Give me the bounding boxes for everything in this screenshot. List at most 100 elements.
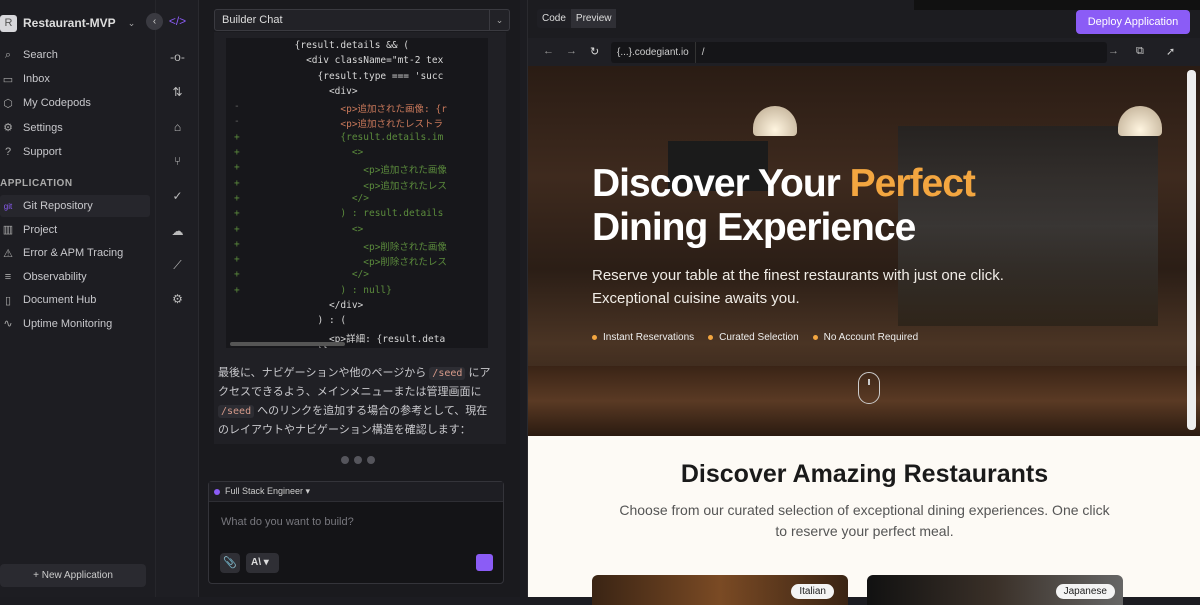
message-text: 最後に、ナビゲーションや他のページから /seed にアクセスできるよう、メイン…: [218, 364, 498, 440]
sidebar-item-label: Search: [23, 49, 58, 61]
tab-preview[interactable]: Preview: [570, 9, 617, 28]
sidebar-item-label: Git Repository: [23, 200, 93, 212]
subtitle-line: Reserve your table at the finest restaur…: [592, 267, 1004, 284]
url-input[interactable]: {...}.codegiant.io /: [611, 42, 1107, 63]
observability-icon: ≡: [4, 270, 12, 283]
code-line: + ) : null}: [226, 285, 488, 300]
settings-icon[interactable]: ⚙: [156, 292, 199, 306]
reload-icon[interactable]: ↻: [590, 45, 599, 58]
deploy-application-button[interactable]: Deploy Application: [1076, 10, 1190, 34]
code-line: + <>: [226, 147, 488, 162]
sidebar-item-my-codepods[interactable]: ⬡ My Codepods: [0, 92, 150, 114]
agent-selector[interactable]: Full Stack Engineer ▾: [209, 482, 503, 502]
sidebar-item-label: Support: [23, 145, 62, 158]
view-tabs: Code Preview: [537, 9, 617, 28]
device-toggle-icon[interactable]: ⧉: [1136, 45, 1144, 58]
chevron-down-icon: ⌄: [127, 17, 136, 28]
code-line: + <p>削除された画像: [226, 239, 488, 254]
tab-code[interactable]: Code: [537, 9, 571, 28]
code-line: <div className="mt-2 tex: [226, 55, 488, 70]
inbox-icon: ▭: [2, 73, 14, 86]
sidebar-item-search[interactable]: ⌕ Search: [0, 44, 150, 66]
code-text: </div>: [226, 300, 364, 312]
sidebar-item-support[interactable]: ? Support: [0, 141, 150, 163]
cloud-icon[interactable]: ☁: [156, 224, 199, 238]
commit-icon[interactable]: -o-: [156, 50, 199, 64]
text: 最後に、ナビゲーションや他のページから: [218, 367, 430, 379]
sidebar-item-observability[interactable]: ≡ Observability: [0, 266, 150, 288]
sidebar-item-inbox[interactable]: ▭ Inbox: [0, 68, 150, 90]
uptime-monitoring-icon: ∿: [3, 318, 13, 330]
project-avatar: R: [0, 14, 17, 32]
hero-title: Discover Your Perfect Dining Experience: [592, 162, 976, 250]
restaurant-card[interactable]: Japanese: [867, 575, 1123, 605]
code-text: <div>: [226, 85, 358, 97]
url-path: /: [701, 47, 705, 58]
model-selector[interactable]: A\ ▾: [246, 553, 279, 573]
pull-request-icon[interactable]: ⇅: [156, 85, 199, 99]
new-application-button[interactable]: + New Application: [0, 564, 146, 587]
chevron-down-icon: ⌄: [489, 10, 509, 30]
chat-selector[interactable]: Builder Chat ⌄: [214, 9, 510, 31]
collapse-sidebar-button[interactable]: ‹: [146, 13, 163, 30]
code-text: {result.details.im: [226, 131, 444, 143]
sidebar-item-document-hub[interactable]: ▯ Document Hub: [0, 289, 150, 311]
sidebar-item-settings[interactable]: ⚙ Settings: [0, 117, 150, 139]
project-icon: ▥: [2, 224, 14, 236]
chart-icon[interactable]: ⟋: [156, 258, 199, 273]
horizontal-scrollbar[interactable]: [230, 342, 345, 346]
code-line: ) : (: [226, 315, 488, 330]
tag-icon[interactable]: ⌂: [156, 120, 199, 134]
section-title: Discover Amazing Restaurants: [680, 460, 1049, 488]
project-switcher[interactable]: R Restaurant-MVP ⌄: [0, 12, 150, 34]
restaurant-card[interactable]: Italian: [592, 575, 848, 605]
code-text: )}: [226, 346, 329, 348]
sidebar-item-label: My Codepods: [23, 97, 91, 110]
sidebar-item-label: Settings: [23, 121, 63, 134]
lamp-image: [753, 106, 797, 136]
code-text: {result.details && (: [226, 40, 410, 51]
title-accent: Perfect: [849, 162, 976, 205]
browser-toolbar: ← → ↻ {...}.codegiant.io / → ⧉ ➚: [528, 38, 1200, 66]
code-text: ) : null}: [226, 284, 392, 296]
icon-rail: </> -o- ⇅ ⌂ ⑂ ✓ ☁ ⟋ ⚙: [155, 0, 198, 597]
sidebar-item-label: Document Hub: [23, 294, 97, 306]
sidebar-item-project[interactable]: ▥ Project: [0, 219, 150, 241]
code-text: </>: [226, 269, 369, 281]
subtitle-line: Exceptional cuisine awaits you.: [592, 290, 800, 307]
code-line: </div>: [226, 300, 488, 315]
branch-icon[interactable]: ⑂: [156, 154, 199, 168]
forward-icon[interactable]: →: [566, 45, 577, 57]
preview-scrollbar[interactable]: [1187, 70, 1196, 430]
code-line: {result.type === 'succ: [226, 71, 488, 86]
git-repository-icon: git: [3, 201, 13, 211]
code-line: - <p>追加されたレストラ: [226, 116, 488, 131]
back-icon[interactable]: ←: [543, 45, 554, 57]
code-line: <div>: [226, 86, 488, 101]
my-codepods-icon: ⬡: [3, 97, 13, 110]
check-circle-icon[interactable]: ✓: [156, 189, 199, 203]
assistant-message: {result.details && ( <div className="mt-…: [214, 32, 506, 444]
support-icon: ?: [4, 145, 12, 158]
section-description: Choose from our curated selection of exc…: [619, 502, 1110, 539]
code-line: + <p>追加されたレス: [226, 178, 488, 193]
send-button[interactable]: [476, 554, 493, 571]
search-icon: ⌕: [4, 48, 12, 61]
code-line: + {result.details.im: [226, 132, 488, 147]
go-icon[interactable]: →: [1108, 45, 1119, 57]
code-text: <p>削除された画像: [226, 241, 447, 253]
prompt-input[interactable]: What do you want to build?: [221, 516, 354, 528]
sidebar: R Restaurant-MVP ⌄ APPLICATION + New App…: [0, 0, 155, 597]
sidebar-item-error-apm-tracing[interactable]: ⚠ Error & APM Tracing: [0, 242, 150, 264]
code-text: <p>追加された画像: [226, 165, 447, 177]
cursor-select-icon[interactable]: ➚: [1166, 45, 1175, 58]
code-diff: {result.details && ( <div className="mt-…: [226, 38, 488, 348]
code-line: + ) : result.details: [226, 208, 488, 223]
sidebar-item-git-repository[interactable]: git Git Repository: [0, 195, 150, 217]
sidebar-item-uptime-monitoring[interactable]: ∿ Uptime Monitoring: [0, 313, 150, 335]
code-line: + <p>削除されたレス: [226, 254, 488, 269]
sidebar-item-label: Error & APM Tracing: [23, 247, 124, 259]
sidebar-item-label: Project: [23, 223, 58, 236]
attach-icon[interactable]: 📎: [220, 553, 240, 573]
code-line: )}: [226, 346, 488, 348]
